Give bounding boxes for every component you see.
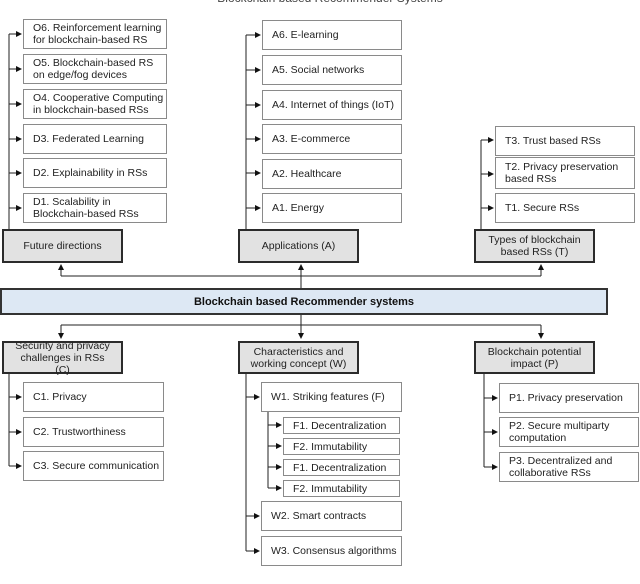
future-item-o6: O6. Reinforcement learning for blockchai… [23, 19, 167, 49]
impact-item-p3: P3. Decentralized and collaborative RSs [499, 452, 639, 482]
category-blockchain-potential-impact: Blockchain potential impact (P) [474, 341, 595, 374]
characteristic-item-w2: W2. Smart contracts [261, 501, 402, 531]
type-item-t1: T1. Secure RSs [495, 193, 635, 223]
category-security-privacy-challenges: Security and privacy challenges in RSs (… [2, 340, 123, 376]
central-topic: Blockchain based Recommender systems [0, 288, 608, 315]
impact-item-p2: P2. Secure multiparty computation [499, 417, 639, 447]
application-item-a1: A1. Energy [262, 193, 402, 223]
application-item-a4: A4. Internet of things (IoT) [262, 90, 402, 120]
application-item-a3: A3. E-commerce [262, 124, 402, 154]
feature-item-f1-duplicate: F1. Decentralization [283, 459, 400, 476]
future-item-d2: D2. Explainability in RSs [23, 158, 167, 188]
security-item-c1: C1. Privacy [23, 382, 164, 412]
security-item-c3: C3. Secure communication [23, 451, 164, 481]
type-item-t3: T3. Trust based RSs [495, 126, 635, 156]
application-item-a5: A5. Social networks [262, 55, 402, 85]
future-item-d1: D1. Scalability in Blockchain-based RSs [23, 193, 167, 223]
future-item-o4: O4. Cooperative Computing in blockchain-… [23, 89, 167, 119]
category-applications: Applications (A) [238, 229, 359, 263]
future-item-o5: O5. Blockchain-based RS on edge/fog devi… [23, 54, 167, 84]
category-future-directions: Future directions [2, 229, 123, 263]
category-characteristics-working-concept: Characteristics and working concept (W) [238, 341, 359, 374]
application-item-a6: A6. E-learning [262, 20, 402, 50]
application-item-a2: A2. Healthcare [262, 159, 402, 189]
feature-item-f2-duplicate: F2. Immutability [283, 480, 400, 497]
future-item-d3: D3. Federated Learning [23, 124, 167, 154]
impact-item-p1: P1. Privacy preservation [499, 383, 639, 413]
feature-item-f1: F1. Decentralization [283, 417, 400, 434]
feature-item-f2: F2. Immutability [283, 438, 400, 455]
security-item-c2: C2. Trustworthiness [23, 417, 164, 447]
characteristic-item-w1: W1. Striking features (F) [261, 382, 402, 412]
type-item-t2: T2. Privacy preservation based RSs [495, 157, 635, 189]
category-types-of-blockchain-rss: Types of blockchain based RSs (T) [474, 229, 595, 263]
characteristic-item-w3: W3. Consensus algorithms [261, 536, 402, 566]
